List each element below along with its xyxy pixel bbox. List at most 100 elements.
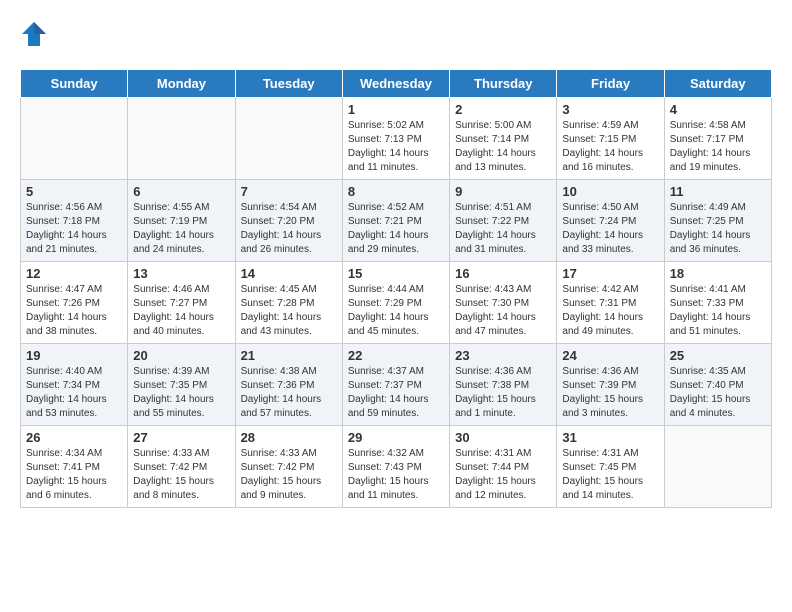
day-number: 25 (670, 348, 766, 363)
day-number: 2 (455, 102, 551, 117)
calendar-day: 20Sunrise: 4:39 AM Sunset: 7:35 PM Dayli… (128, 344, 235, 426)
day-info: Sunrise: 4:37 AM Sunset: 7:37 PM Dayligh… (348, 365, 444, 421)
calendar-day: 8 Sunrise: 4:52 AM Sunset: 7:21 PM Daylig… (342, 180, 449, 262)
day-number: 4 (670, 102, 766, 117)
day-number: 17 (562, 266, 658, 281)
calendar-day: 4 Sunrise: 4:58 AM Sunset: 7:17 PM Daylig… (664, 98, 771, 180)
day-of-week-header: Monday (128, 70, 235, 98)
calendar-day: 6Sunrise: 4:55 AM Sunset: 7:19 PM Daylig… (128, 180, 235, 262)
day-number: 31 (562, 430, 658, 445)
day-info: Sunrise: 4:59 AM Sunset: 7:15 PM Dayligh… (562, 119, 658, 175)
day-number: 21 (241, 348, 337, 363)
day-of-week-header: Saturday (664, 70, 771, 98)
calendar-day: 27 Sunrise: 4:33 AM Sunset: 7:42 PM Dayli… (128, 426, 235, 508)
day-info: Sunrise: 4:49 AM Sunset: 7:25 PM Dayligh… (670, 201, 766, 257)
day-number: 29 (348, 430, 444, 445)
calendar-day: 12 Sunrise: 4:47 AM Sunset: 7:26 PM Dayli… (21, 262, 128, 344)
calendar-header-row: SundayMondayTuesdayWednesdayThursdayFrid… (21, 70, 772, 98)
day-info: Sunrise: 4:41 AM Sunset: 7:33 PM Dayligh… (670, 283, 766, 339)
day-info: Sunrise: 4:55 AM Sunset: 7:19 PM Dayligh… (133, 201, 229, 257)
calendar-day (128, 98, 235, 180)
day-number: 15 (348, 266, 444, 281)
calendar-day: 10 Sunrise: 4:50 AM Sunset: 7:24 PM Dayli… (557, 180, 664, 262)
calendar-day: 21 Sunrise: 4:38 AM Sunset: 7:36 PM Dayli… (235, 344, 342, 426)
day-number: 8 (348, 184, 444, 199)
calendar-day: 15 Sunrise: 4:44 AM Sunset: 7:29 PM Dayli… (342, 262, 449, 344)
day-of-week-header: Friday (557, 70, 664, 98)
calendar-day: 1 Sunrise: 5:02 AM Sunset: 7:13 PM Daylig… (342, 98, 449, 180)
calendar-day: 11 Sunrise: 4:49 AM Sunset: 7:25 PM Dayli… (664, 180, 771, 262)
day-number: 5 (26, 184, 122, 199)
calendar-day: 29 Sunrise: 4:32 AM Sunset: 7:43 PM Dayli… (342, 426, 449, 508)
calendar-day: 17 Sunrise: 4:42 AM Sunset: 7:31 PM Dayli… (557, 262, 664, 344)
day-info: Sunrise: 4:32 AM Sunset: 7:43 PM Dayligh… (348, 447, 444, 503)
calendar-day: 14 Sunrise: 4:45 AM Sunset: 7:28 PM Dayli… (235, 262, 342, 344)
calendar-day (21, 98, 128, 180)
calendar-day: 9 Sunrise: 4:51 AM Sunset: 7:22 PM Daylig… (450, 180, 557, 262)
day-info: Sunrise: 4:31 AM Sunset: 7:45 PM Dayligh… (562, 447, 658, 503)
day-number: 9 (455, 184, 551, 199)
day-info: Sunrise: 4:58 AM Sunset: 7:17 PM Dayligh… (670, 119, 766, 175)
day-info: Sunrise: 4:36 AM Sunset: 7:39 PM Dayligh… (562, 365, 658, 421)
day-number: 27 (133, 430, 229, 445)
calendar-day (664, 426, 771, 508)
day-number: 1 (348, 102, 444, 117)
calendar-day (235, 98, 342, 180)
day-info: Sunrise: 4:31 AM Sunset: 7:44 PM Dayligh… (455, 447, 551, 503)
day-number: 16 (455, 266, 551, 281)
calendar-table: SundayMondayTuesdayWednesdayThursdayFrid… (20, 69, 772, 508)
calendar-day: 26Sunrise: 4:34 AM Sunset: 7:41 PM Dayli… (21, 426, 128, 508)
day-info: Sunrise: 4:50 AM Sunset: 7:24 PM Dayligh… (562, 201, 658, 257)
day-number: 28 (241, 430, 337, 445)
day-info: Sunrise: 4:46 AM Sunset: 7:27 PM Dayligh… (133, 283, 229, 339)
calendar-day: 5 Sunrise: 4:56 AM Sunset: 7:18 PM Daylig… (21, 180, 128, 262)
day-info: Sunrise: 4:44 AM Sunset: 7:29 PM Dayligh… (348, 283, 444, 339)
calendar-week-row: 26Sunrise: 4:34 AM Sunset: 7:41 PM Dayli… (21, 426, 772, 508)
day-number: 12 (26, 266, 122, 281)
calendar-day: 3 Sunrise: 4:59 AM Sunset: 7:15 PM Daylig… (557, 98, 664, 180)
day-info: Sunrise: 4:34 AM Sunset: 7:41 PM Dayligh… (26, 447, 122, 503)
day-number: 22 (348, 348, 444, 363)
day-info: Sunrise: 4:39 AM Sunset: 7:35 PM Dayligh… (133, 365, 229, 421)
calendar-week-row: 1 Sunrise: 5:02 AM Sunset: 7:13 PM Daylig… (21, 98, 772, 180)
day-number: 23 (455, 348, 551, 363)
day-number: 30 (455, 430, 551, 445)
day-info: Sunrise: 5:02 AM Sunset: 7:13 PM Dayligh… (348, 119, 444, 175)
day-of-week-header: Wednesday (342, 70, 449, 98)
day-info: Sunrise: 4:56 AM Sunset: 7:18 PM Dayligh… (26, 201, 122, 257)
day-number: 10 (562, 184, 658, 199)
day-of-week-header: Thursday (450, 70, 557, 98)
day-of-week-header: Sunday (21, 70, 128, 98)
day-number: 13 (133, 266, 229, 281)
calendar-week-row: 19Sunrise: 4:40 AM Sunset: 7:34 PM Dayli… (21, 344, 772, 426)
day-info: Sunrise: 4:33 AM Sunset: 7:42 PM Dayligh… (241, 447, 337, 503)
calendar-day: 23 Sunrise: 4:36 AM Sunset: 7:38 PM Dayli… (450, 344, 557, 426)
day-number: 11 (670, 184, 766, 199)
day-info: Sunrise: 4:45 AM Sunset: 7:28 PM Dayligh… (241, 283, 337, 339)
day-info: Sunrise: 4:38 AM Sunset: 7:36 PM Dayligh… (241, 365, 337, 421)
day-number: 14 (241, 266, 337, 281)
page-header (20, 20, 772, 53)
day-info: Sunrise: 4:51 AM Sunset: 7:22 PM Dayligh… (455, 201, 551, 257)
day-of-week-header: Tuesday (235, 70, 342, 98)
day-number: 19 (26, 348, 122, 363)
day-info: Sunrise: 4:36 AM Sunset: 7:38 PM Dayligh… (455, 365, 551, 421)
calendar-day: 18 Sunrise: 4:41 AM Sunset: 7:33 PM Dayli… (664, 262, 771, 344)
day-number: 7 (241, 184, 337, 199)
calendar-week-row: 12 Sunrise: 4:47 AM Sunset: 7:26 PM Dayli… (21, 262, 772, 344)
calendar-day: 2Sunrise: 5:00 AM Sunset: 7:14 PM Daylig… (450, 98, 557, 180)
day-info: Sunrise: 4:42 AM Sunset: 7:31 PM Dayligh… (562, 283, 658, 339)
day-number: 3 (562, 102, 658, 117)
calendar-day: 30 Sunrise: 4:31 AM Sunset: 7:44 PM Dayli… (450, 426, 557, 508)
calendar-day: 16 Sunrise: 4:43 AM Sunset: 7:30 PM Dayli… (450, 262, 557, 344)
day-info: Sunrise: 4:43 AM Sunset: 7:30 PM Dayligh… (455, 283, 551, 339)
day-info: Sunrise: 4:35 AM Sunset: 7:40 PM Dayligh… (670, 365, 766, 421)
calendar-day: 13 Sunrise: 4:46 AM Sunset: 7:27 PM Dayli… (128, 262, 235, 344)
day-info: Sunrise: 4:47 AM Sunset: 7:26 PM Dayligh… (26, 283, 122, 339)
logo (20, 20, 52, 53)
calendar-day: 22 Sunrise: 4:37 AM Sunset: 7:37 PM Dayli… (342, 344, 449, 426)
day-number: 18 (670, 266, 766, 281)
day-info: Sunrise: 4:52 AM Sunset: 7:21 PM Dayligh… (348, 201, 444, 257)
logo-icon (20, 20, 48, 53)
day-info: Sunrise: 4:33 AM Sunset: 7:42 PM Dayligh… (133, 447, 229, 503)
